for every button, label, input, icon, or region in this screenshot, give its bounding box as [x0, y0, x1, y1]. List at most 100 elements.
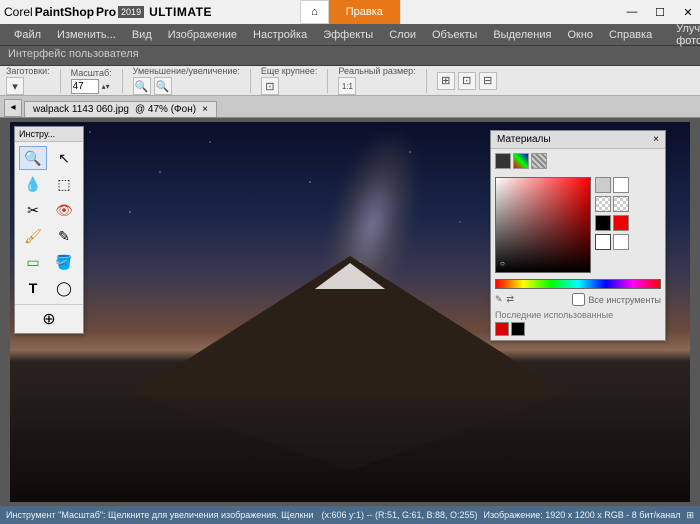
zoom-in-icon[interactable]: 🔍 — [154, 77, 172, 95]
swatch-column — [595, 177, 629, 273]
fg-color[interactable] — [595, 215, 611, 231]
separator — [327, 69, 328, 93]
zoom-more-icon[interactable]: ⊡ — [261, 77, 279, 95]
minimize-button[interactable]: — — [624, 6, 640, 19]
menu-photo-enhance[interactable]: Улучшение фотографии — [668, 20, 700, 50]
toolbox-title[interactable]: Инстру... — [15, 127, 83, 142]
zoom-spinner[interactable]: ▴▾ — [102, 82, 110, 91]
workspace-tabs: ⌂ Правка — [300, 0, 400, 24]
home-icon: ⌂ — [311, 6, 318, 18]
redeye-tool[interactable]: 👁 — [50, 198, 78, 222]
menu-help[interactable]: Справка — [601, 26, 660, 44]
status-grid-icon[interactable]: ⊞ — [686, 510, 694, 521]
brand-ultimate: ULTIMATE — [149, 5, 212, 19]
menu-adjust[interactable]: Настройка — [245, 26, 315, 44]
document-tab-name: walpack 1143 060.jpg — [33, 104, 129, 115]
brush-tool[interactable]: 🖌 — [19, 224, 47, 248]
menu-window[interactable]: Окно — [559, 26, 601, 44]
status-image-info: Изображение: 1920 x 1200 x RGB - 8 бит/к… — [484, 510, 681, 521]
status-coords: (x:606 y:1) -- (R:51, G:61, B:88, O:255) — [321, 510, 477, 521]
pattern-swatch-1[interactable] — [595, 196, 611, 212]
brand-pro: Pro — [96, 5, 116, 19]
menu-effects[interactable]: Эффекты — [315, 26, 381, 44]
toolbox-panel[interactable]: Инстру... 🔍 ↖ 💧 ⬚ ✂ 👁 🖌 ✎ ▭ 🪣 T ◯ ⊕ — [14, 126, 84, 334]
clone-tool[interactable]: ✎ — [50, 224, 78, 248]
actual-size-icon[interactable]: 1:1 — [338, 77, 356, 95]
zoom-tool[interactable]: 🔍 — [19, 146, 47, 170]
document-tab-bar: ◂ walpack 1143 060.jpg @ 47% (Фон) × — [0, 96, 700, 118]
pointer-tool[interactable]: ↖ — [50, 146, 78, 170]
presets-dropdown[interactable]: ▾ — [6, 77, 24, 95]
pattern-swatch-2[interactable] — [613, 196, 629, 212]
recent-color-2[interactable] — [511, 322, 525, 336]
recent-color-1[interactable] — [495, 322, 509, 336]
more-tools-icon: ⊕ — [42, 311, 55, 328]
recent-colors — [491, 322, 665, 340]
fit-all-icon[interactable]: ⊟ — [479, 72, 497, 90]
zoom-more-group: Еще крупнее: ⊡ — [261, 66, 318, 95]
materials-mode-tabs — [491, 149, 665, 173]
brand-year: 2019 — [118, 6, 144, 18]
mat-tab-swatches[interactable] — [531, 153, 547, 169]
menubar: Файл Изменить... Вид Изображение Настрой… — [0, 24, 700, 46]
tab-nav-left[interactable]: ◂ — [4, 99, 22, 117]
menu-file[interactable]: Файл — [6, 26, 49, 44]
fit-window-icon[interactable]: ⊞ — [437, 72, 455, 90]
menu-objects[interactable]: Объекты — [424, 26, 485, 44]
swap-colors-icon[interactable]: ⇄ — [507, 294, 515, 305]
menu-view[interactable]: Вид — [124, 26, 160, 44]
dropper-tool[interactable]: 💧 — [19, 172, 47, 196]
materials-close[interactable]: × — [653, 134, 659, 145]
zoom-input[interactable] — [71, 79, 99, 94]
tool-options-bar: Заготовки: ▾ Масштаб: ▴▾ Уменьшение/увел… — [0, 66, 700, 96]
presets-group: Заготовки: ▾ — [6, 66, 50, 95]
selection-tool[interactable]: ⬚ — [50, 172, 78, 196]
toolbox-more[interactable]: ⊕ — [15, 304, 83, 333]
menu-layers[interactable]: Слои — [381, 26, 424, 44]
brand-paintshop: PaintShop — [35, 5, 94, 19]
close-button[interactable]: ✕ — [680, 6, 696, 19]
bg-swatch[interactable] — [613, 177, 629, 193]
hue-slider[interactable] — [495, 279, 661, 289]
crop-tool[interactable]: ✂ — [19, 198, 47, 222]
actual-size-label: Реальный размер: — [338, 66, 415, 76]
all-tools-check-input[interactable] — [572, 293, 585, 306]
tab-home[interactable]: ⌂ — [300, 0, 329, 24]
brand-corel: Corel — [4, 5, 33, 19]
fit-screen-icon[interactable]: ⊡ — [458, 72, 476, 90]
actual-size-group: Реальный размер: 1:1 — [338, 66, 415, 95]
style-swatch-2[interactable] — [613, 234, 629, 250]
separator — [426, 69, 427, 93]
materials-panel[interactable]: Материалы × ✎ — [490, 130, 666, 341]
bg-color[interactable] — [613, 215, 629, 231]
zoom-io-group: Уменьшение/увеличение: 🔍 🔍 — [133, 66, 240, 95]
materials-titlebar[interactable]: Материалы × — [491, 131, 665, 149]
fg-swatch[interactable] — [595, 177, 611, 193]
maximize-button[interactable]: ☐ — [652, 6, 668, 19]
menu-image[interactable]: Изображение — [160, 26, 245, 44]
shape-tool[interactable]: ▭ — [19, 250, 47, 274]
tab-edit[interactable]: Правка — [329, 0, 400, 24]
text-tool[interactable]: T — [19, 276, 47, 300]
all-tools-checkbox[interactable]: Все инструменты — [572, 293, 661, 306]
style-swatch-1[interactable] — [595, 234, 611, 250]
mat-tab-frame[interactable] — [495, 153, 511, 169]
canvas-image-snowcap — [315, 263, 385, 289]
statusbar: Инструмент "Масштаб": Щелкните для увели… — [0, 506, 700, 524]
document-tab[interactable]: walpack 1143 060.jpg @ 47% (Фон) × — [24, 101, 217, 117]
color-picker-area[interactable] — [495, 177, 591, 273]
fill-tool[interactable]: 🪣 — [50, 250, 78, 274]
document-tab-close[interactable]: × — [202, 104, 208, 115]
document-tab-suffix: @ 47% (Фон) — [135, 104, 196, 115]
zoom-out-icon[interactable]: 🔍 — [133, 77, 151, 95]
app-title: Corel PaintShop Pro 2019 ULTIMATE — [4, 5, 212, 19]
eyedropper-icon[interactable]: ✎ — [495, 294, 503, 305]
materials-body — [491, 173, 665, 277]
ellipse-tool[interactable]: ◯ — [50, 276, 78, 300]
menu-selections[interactable]: Выделения — [485, 26, 559, 44]
menu-edit[interactable]: Изменить... — [49, 26, 124, 44]
window-controls: — ☐ ✕ — [624, 6, 696, 19]
materials-tools: ✎ ⇄ Все инструменты — [491, 291, 665, 308]
status-right: (x:606 y:1) -- (R:51, G:61, B:88, O:255)… — [321, 510, 694, 521]
mat-tab-rainbow[interactable] — [513, 153, 529, 169]
